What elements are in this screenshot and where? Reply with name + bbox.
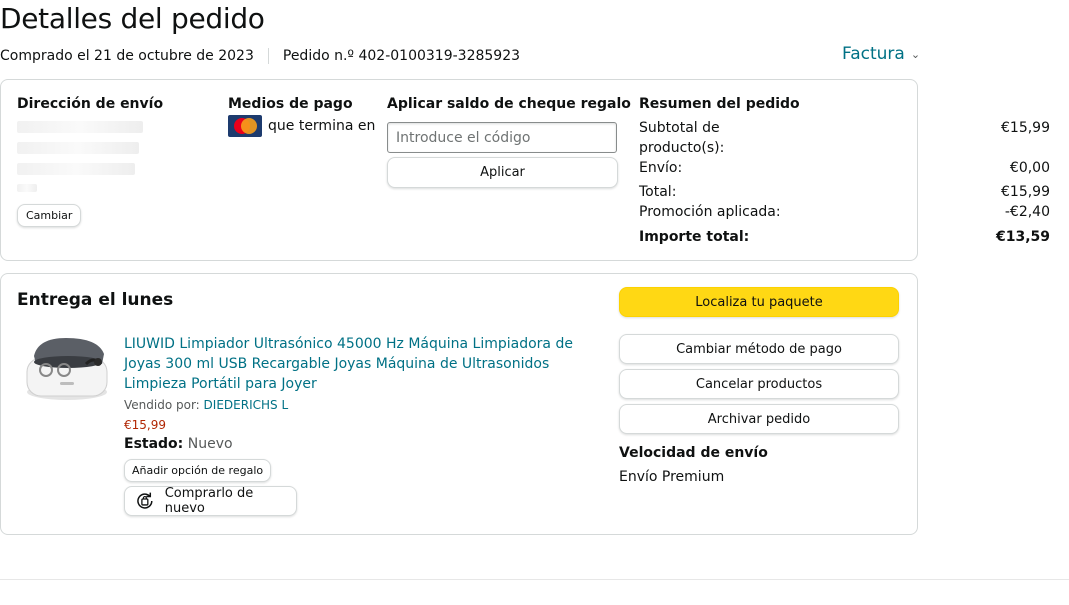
grand-total-label: Importe total: <box>639 229 750 245</box>
invoice-label: Factura <box>842 44 905 64</box>
redacted-address-line <box>17 184 37 192</box>
apply-gift-button[interactable]: Aplicar <box>387 157 618 188</box>
meta-divider <box>267 48 269 64</box>
delivery-date-title: Entrega el lunes <box>17 290 174 310</box>
buy-again-button[interactable]: Comprarlo de nuevo <box>124 486 297 516</box>
product-condition: Estado: Nuevo <box>124 436 233 452</box>
shipping-label: Envío: <box>639 160 683 176</box>
invoice-dropdown[interactable]: Factura ⌄ <box>842 44 920 64</box>
track-package-button[interactable]: Localiza tu paquete <box>619 287 899 317</box>
redacted-address-line <box>17 163 135 175</box>
sold-by: Vendido por: DIEDERICHS L <box>124 398 288 412</box>
card-ending-text: que termina en <box>268 118 376 134</box>
chevron-down-icon: ⌄ <box>910 47 921 61</box>
change-address-button[interactable]: Cambiar <box>17 204 82 227</box>
change-payment-button[interactable]: Cambiar método de pago <box>619 334 899 364</box>
redacted-address-line <box>17 142 139 154</box>
condition-label: Estado: <box>124 436 184 452</box>
gift-code-input[interactable] <box>387 122 617 153</box>
payment-method-title: Medios de pago <box>228 96 353 112</box>
shipping-speed-title: Velocidad de envío <box>619 445 768 461</box>
payment-card-row: que termina en <box>228 115 375 137</box>
grand-total-value: €13,59 <box>995 229 1050 245</box>
page-divider <box>0 579 1069 580</box>
order-summary-title: Resumen del pedido <box>639 96 800 112</box>
ultrasonic-cleaner-image[interactable] <box>24 334 110 404</box>
gift-card-title: Aplicar saldo de cheque regalo <box>387 96 631 112</box>
page-title: Detalles del pedido <box>0 2 265 35</box>
redacted-address-line <box>17 121 143 133</box>
order-number: Pedido n.º 402-0100319-3285923 <box>282 48 521 64</box>
mastercard-icon <box>228 115 262 137</box>
add-gift-option-button[interactable]: Añadir opción de regalo <box>124 459 272 482</box>
condition-value: Nuevo <box>187 436 233 452</box>
buy-again-label: Comprarlo de nuevo <box>164 486 254 516</box>
promotion-value: -€2,40 <box>1004 204 1050 220</box>
shipping-address-title: Dirección de envío <box>17 96 164 112</box>
buy-again-icon <box>137 492 153 509</box>
total-label: Total: <box>639 184 677 200</box>
product-title-link[interactable]: LIUWID Limpiador Ultrasónico 45000 Hz Má… <box>124 334 594 394</box>
sold-by-label: Vendido por: <box>124 398 200 412</box>
total-value: €15,99 <box>1001 184 1050 200</box>
archive-order-button[interactable]: Archivar pedido <box>619 404 899 434</box>
seller-link[interactable]: DIEDERICHS L <box>204 398 289 412</box>
shipping-speed-value: Envío Premium <box>619 469 725 485</box>
cancel-items-button[interactable]: Cancelar productos <box>619 369 899 399</box>
shipping-value: €0,00 <box>1009 160 1050 176</box>
promotion-label: Promoción aplicada: <box>639 204 781 220</box>
subtotal-label: Subtotal de producto(s): <box>639 120 725 156</box>
subtotal-value: €15,99 <box>1001 120 1050 136</box>
product-price: €15,99 <box>124 418 166 432</box>
purchase-date: Comprado el 21 de octubre de 2023 <box>0 48 254 64</box>
order-meta: Comprado el 21 de octubre de 2023 Pedido… <box>0 48 520 64</box>
